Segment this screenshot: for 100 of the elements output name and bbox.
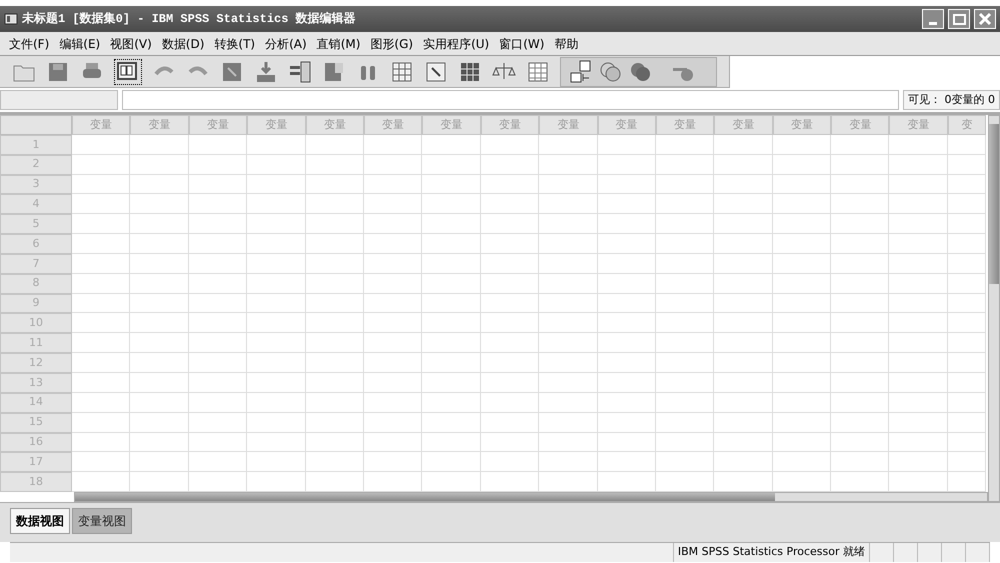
table-cell[interactable] (714, 432, 773, 452)
table-cell[interactable] (889, 154, 948, 175)
table-cell[interactable] (480, 372, 540, 393)
table-cell[interactable] (772, 372, 832, 393)
table-cell[interactable] (948, 294, 986, 314)
menu-item[interactable]: 数据(D) (156, 34, 210, 52)
row-header[interactable]: 2 (0, 154, 72, 175)
maximize-button[interactable] (948, 9, 970, 29)
table-cell[interactable] (598, 333, 656, 354)
table-cell[interactable] (306, 412, 364, 432)
table-cell[interactable] (948, 412, 986, 432)
table-cell[interactable] (364, 432, 422, 452)
table-cell[interactable] (72, 234, 130, 254)
table-cell[interactable] (364, 274, 422, 294)
column-header[interactable]: 变量 (364, 115, 422, 135)
close-button[interactable] (974, 9, 996, 29)
table-cell[interactable] (714, 174, 773, 194)
table-cell[interactable] (656, 214, 714, 234)
table-cell[interactable] (598, 234, 656, 254)
table-cell[interactable] (422, 254, 481, 274)
table-cell[interactable] (772, 313, 832, 334)
table-cell[interactable] (422, 412, 481, 432)
table-cell[interactable] (539, 134, 598, 155)
table-cell[interactable] (480, 274, 540, 294)
table-cell[interactable] (714, 294, 773, 314)
table-cell[interactable] (188, 353, 248, 373)
table-cell[interactable] (247, 214, 306, 234)
table-cell[interactable] (306, 353, 364, 373)
table-cell[interactable] (714, 154, 773, 175)
table-cell[interactable] (72, 214, 130, 234)
row-header[interactable]: 15 (0, 412, 72, 432)
table-cell[interactable] (656, 372, 714, 393)
table-cell[interactable] (539, 353, 598, 373)
table-cell[interactable] (130, 194, 189, 214)
table-cell[interactable] (889, 254, 948, 274)
table-cell[interactable] (598, 313, 656, 334)
table-cell[interactable] (422, 372, 481, 393)
table-cell[interactable] (364, 134, 422, 155)
table-cell[interactable] (656, 254, 714, 274)
table-cell[interactable] (714, 254, 773, 274)
table-cell[interactable] (539, 372, 598, 393)
table-cell[interactable] (480, 313, 540, 334)
menu-item[interactable]: 转换(T) (209, 34, 260, 52)
column-header[interactable]: 变量 (831, 115, 890, 135)
table-cell[interactable] (130, 274, 189, 294)
table-cell[interactable] (831, 294, 890, 314)
table-cell[interactable] (422, 333, 481, 354)
row-header[interactable]: 13 (0, 372, 72, 393)
table-cell[interactable] (247, 313, 306, 334)
scrollbar-thumb[interactable] (75, 493, 775, 501)
table-cell[interactable] (72, 452, 130, 472)
table-cell[interactable] (247, 412, 306, 432)
column-header[interactable]: 变量 (130, 115, 189, 135)
table-cell[interactable] (130, 372, 189, 393)
table-cell[interactable] (247, 333, 306, 354)
table-cell[interactable] (772, 274, 832, 294)
row-header[interactable]: 18 (0, 472, 72, 492)
table-cell[interactable] (306, 392, 364, 413)
table-cell[interactable] (306, 432, 364, 452)
table-cell[interactable] (831, 452, 890, 472)
table-cell[interactable] (480, 392, 540, 413)
table-cell[interactable] (364, 353, 422, 373)
table-cell[interactable] (656, 174, 714, 194)
table-cell[interactable] (72, 194, 130, 214)
menu-item[interactable]: 编辑(E) (54, 34, 106, 52)
table-cell[interactable] (247, 154, 306, 175)
table-cell[interactable] (656, 333, 714, 354)
row-header[interactable]: 10 (0, 313, 72, 334)
table-cell[interactable] (656, 412, 714, 432)
table-icon[interactable] (390, 60, 414, 84)
table-cell[interactable] (656, 353, 714, 373)
table-cell[interactable] (714, 412, 773, 432)
table-cell[interactable] (364, 372, 422, 393)
table-cell[interactable] (188, 234, 248, 254)
table-icon[interactable] (424, 60, 448, 84)
table-cell[interactable] (247, 134, 306, 155)
table-cell[interactable] (656, 134, 714, 155)
table-cell[interactable] (772, 353, 832, 373)
table-cell[interactable] (72, 294, 130, 314)
table-cell[interactable] (480, 333, 540, 354)
table-cell[interactable] (72, 372, 130, 393)
table-cell[interactable] (772, 294, 832, 314)
table-cell[interactable] (772, 254, 832, 274)
table-cell[interactable] (306, 174, 364, 194)
table-cell[interactable] (188, 154, 248, 175)
list-icon[interactable] (288, 60, 312, 84)
table-cell[interactable] (772, 452, 832, 472)
table-cell[interactable] (948, 134, 986, 155)
table-cell[interactable] (130, 392, 189, 413)
table-cell[interactable] (889, 234, 948, 254)
table-cell[interactable] (188, 294, 248, 314)
table-cell[interactable] (247, 174, 306, 194)
table-cell[interactable] (480, 353, 540, 373)
scrollbar-thumb[interactable] (989, 124, 999, 284)
table-cell[interactable] (188, 214, 248, 234)
table-cell[interactable] (130, 154, 189, 175)
table-cell[interactable] (72, 134, 130, 155)
table-cell[interactable] (247, 392, 306, 413)
table-cell[interactable] (247, 372, 306, 393)
table-cell[interactable] (306, 333, 364, 354)
